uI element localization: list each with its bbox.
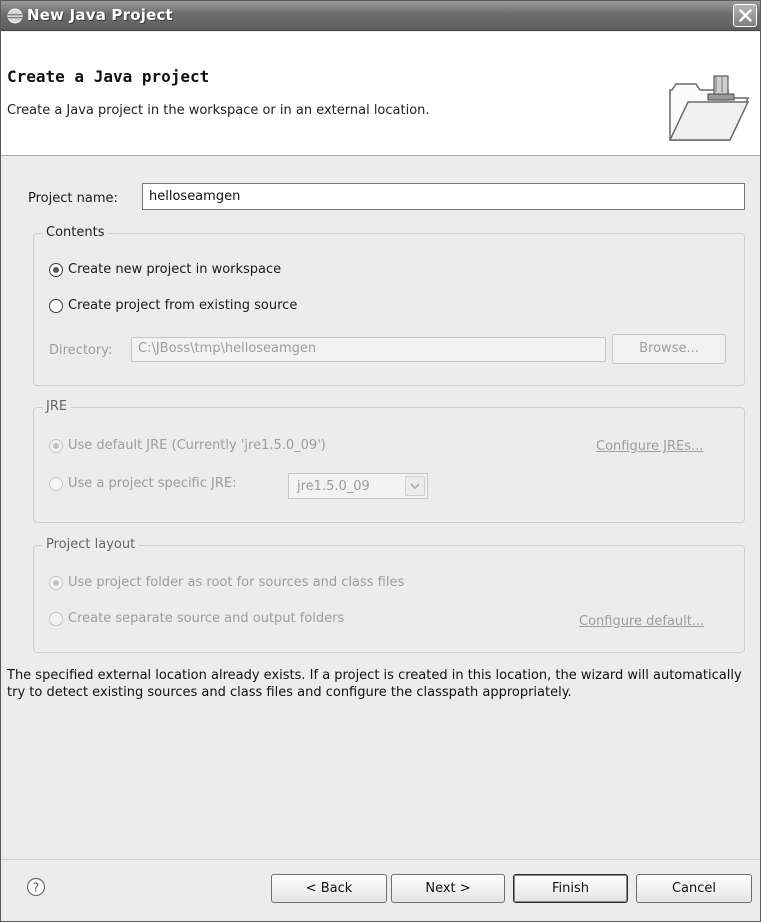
project-name-input[interactable] xyxy=(142,183,745,210)
back-button[interactable]: < Back xyxy=(271,874,387,903)
folder-as-root-radio[interactable] xyxy=(49,575,63,590)
configure-default-link[interactable]: Configure default... xyxy=(579,614,704,629)
separate-folders-radio[interactable] xyxy=(49,611,63,626)
eclipse-icon xyxy=(7,8,23,24)
create-from-source-radio[interactable] xyxy=(49,298,63,313)
default-jre-option[interactable]: Use default JRE (Currently 'jre1.5.0_09'… xyxy=(49,438,326,453)
default-jre-radio[interactable] xyxy=(49,438,63,453)
new-java-project-dialog: New Java Project Create a Java project C… xyxy=(0,0,761,922)
specific-jre-option[interactable]: Use a project specific JRE: xyxy=(49,476,236,491)
create-in-workspace-label: Create new project in workspace xyxy=(68,262,282,277)
jre-select[interactable]: jre1.5.0_09 xyxy=(288,473,428,499)
chevron-down-icon[interactable] xyxy=(405,476,425,496)
cancel-button[interactable]: Cancel xyxy=(636,874,752,903)
browse-button[interactable]: Browse... xyxy=(612,334,726,364)
folder-as-root-label: Use project folder as root for sources a… xyxy=(68,575,405,590)
wizard-page-description: Create a Java project in the workspace o… xyxy=(7,103,430,118)
folder-as-root-option[interactable]: Use project folder as root for sources a… xyxy=(49,575,404,590)
contents-legend: Contents xyxy=(42,225,109,240)
create-from-source-label: Create project from existing source xyxy=(68,298,298,313)
footer-divider xyxy=(1,859,760,860)
help-icon[interactable]: ? xyxy=(26,877,46,901)
wizard-page-title: Create a Java project xyxy=(7,67,210,86)
title-bar[interactable]: New Java Project xyxy=(1,1,760,31)
separate-folders-label: Create separate source and output folder… xyxy=(68,611,345,626)
wizard-header: Create a Java project Create a Java proj… xyxy=(1,32,760,156)
separate-folders-option[interactable]: Create separate source and output folder… xyxy=(49,611,344,626)
project-name-label: Project name: xyxy=(28,191,118,206)
jre-legend: JRE xyxy=(42,399,72,414)
next-button[interactable]: Next > xyxy=(391,874,505,903)
close-button[interactable] xyxy=(733,4,757,27)
default-jre-label: Use default JRE (Currently 'jre1.5.0_09'… xyxy=(68,438,326,453)
contents-group: Contents Create new project in workspace… xyxy=(33,225,745,386)
create-in-workspace-radio[interactable] xyxy=(49,262,63,277)
directory-label: Directory: xyxy=(49,343,113,358)
finish-button[interactable]: Finish xyxy=(513,874,628,903)
jre-group: JRE Use default JRE (Currently 'jre1.5.0… xyxy=(33,399,745,523)
configure-jres-link[interactable]: Configure JREs... xyxy=(596,439,703,454)
directory-field[interactable]: C:\JBoss\tmp\helloseamgen xyxy=(131,337,606,362)
project-layout-group: Project layout Use project folder as roo… xyxy=(33,537,745,653)
wizard-message: The specified external location already … xyxy=(7,668,742,700)
java-project-folder-icon xyxy=(664,72,752,148)
svg-text:?: ? xyxy=(33,881,39,895)
project-layout-legend: Project layout xyxy=(42,537,140,552)
window-title: New Java Project xyxy=(27,6,173,24)
jre-select-value: jre1.5.0_09 xyxy=(297,479,370,494)
create-from-source-option[interactable]: Create project from existing source xyxy=(49,298,297,313)
specific-jre-radio[interactable] xyxy=(49,476,63,491)
specific-jre-label: Use a project specific JRE: xyxy=(68,476,237,491)
create-in-workspace-option[interactable]: Create new project in workspace xyxy=(49,262,281,277)
